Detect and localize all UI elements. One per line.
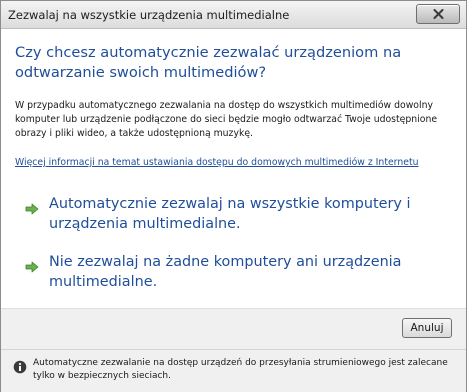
close-button[interactable] [416,4,460,24]
page-title: Czy chcesz automatycznie zezwalać urządz… [15,44,402,81]
option-deny-all-label: Nie zezwalaj na żadne komputery ani urzą… [49,254,402,290]
footer-info: Automatyczne zezwalanie na dostęp urządz… [1,349,466,392]
dialog-content: Czy chcesz automatycznie zezwalać urządz… [1,29,466,323]
footer-text: Automatyczne zezwalanie na dostęp urządz… [33,358,448,381]
option-deny-all[interactable]: Nie zezwalaj na żadne komputery ani urzą… [17,252,447,296]
dialog-window: Zezwalaj na wszystkie urządzenia multime… [0,0,467,392]
description-text: W przypadku automatycznego zezwalania na… [15,100,438,139]
arrow-right-icon [25,200,39,219]
info-icon [13,359,27,378]
title-bar[interactable]: Zezwalaj na wszystkie urządzenia multime… [1,1,466,29]
option-allow-all-label: Automatycznie zezwalaj na wszystkie komp… [49,196,411,232]
cancel-button[interactable]: Anuluj [402,318,452,338]
window-title: Zezwalaj na wszystkie urządzenia multime… [8,8,290,22]
command-bar: Anuluj [1,308,466,349]
arrow-right-icon [25,258,39,277]
help-link[interactable]: Więcej informacji na temat ustawiania do… [15,157,419,168]
option-allow-all[interactable]: Automatycznie zezwalaj na wszystkie komp… [17,194,447,238]
close-icon [433,9,444,19]
